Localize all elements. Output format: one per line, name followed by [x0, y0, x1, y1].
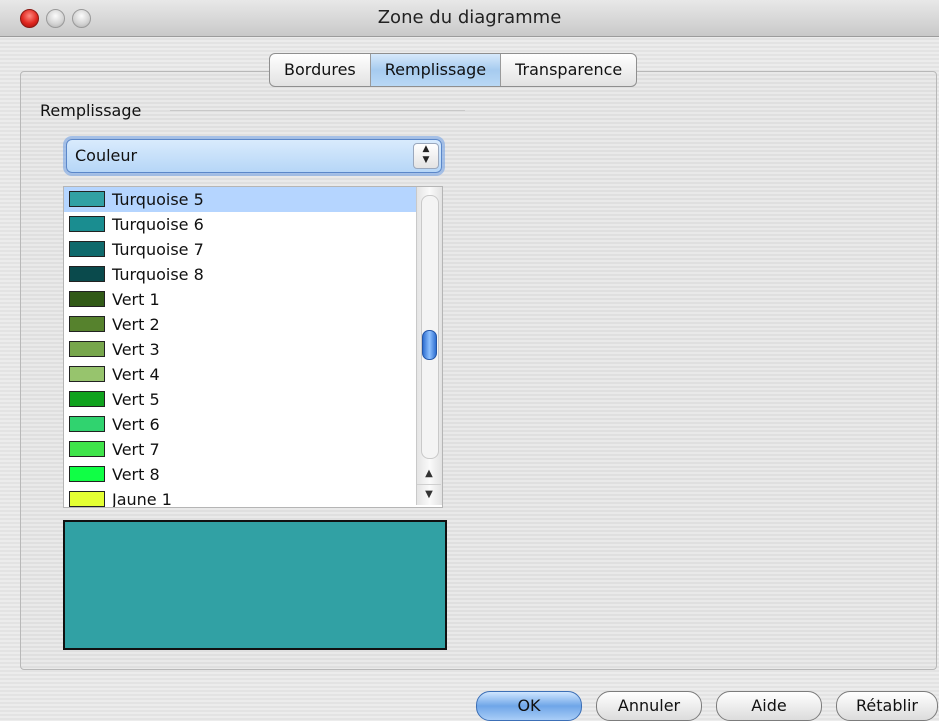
help-button[interactable]: Aide [716, 691, 822, 721]
color-swatch [69, 216, 105, 232]
window-title: Zone du diagramme [377, 7, 562, 28]
color-list-item[interactable]: Vert 8 [64, 462, 416, 487]
color-list-item[interactable]: Turquoise 8 [64, 262, 416, 287]
cancel-button[interactable]: Annuler [596, 691, 702, 721]
color-label: Vert 5 [112, 390, 160, 409]
color-label: Vert 4 [112, 365, 160, 384]
color-preview [63, 520, 447, 650]
color-label: Vert 8 [112, 465, 160, 484]
color-swatch [69, 366, 105, 382]
color-swatch [69, 266, 105, 282]
select-arrows-icon: ▲ ▼ [413, 143, 439, 169]
group-divider [170, 110, 465, 111]
color-list-item[interactable]: Vert 3 [64, 337, 416, 362]
color-swatch [69, 291, 105, 307]
color-label: Vert 7 [112, 440, 160, 459]
fill-group-label: Remplissage [40, 101, 142, 120]
tab-remplissage[interactable]: Remplissage [369, 54, 501, 86]
color-list-item[interactable]: Vert 5 [64, 387, 416, 412]
scroll-thumb[interactable] [422, 330, 437, 360]
color-list-item[interactable]: Turquoise 7 [64, 237, 416, 262]
color-list-item[interactable]: Jaune 1 [64, 487, 416, 508]
tab-transparence[interactable]: Transparence [500, 54, 636, 86]
color-swatch [69, 341, 105, 357]
color-label: Turquoise 6 [112, 215, 204, 234]
color-label: Turquoise 5 [112, 190, 204, 209]
color-swatch [69, 191, 105, 207]
color-swatch [69, 491, 105, 507]
color-swatch [69, 241, 105, 257]
color-list-item[interactable]: Vert 7 [64, 437, 416, 462]
color-label: Vert 6 [112, 415, 160, 434]
color-swatch [69, 466, 105, 482]
color-list-item[interactable]: Turquoise 5 [64, 187, 416, 212]
reset-button[interactable]: Rétablir [836, 691, 938, 721]
fill-type-select[interactable]: Couleur ▲ ▼ [66, 139, 442, 173]
tab-bar: Bordures Remplissage Transparence [269, 53, 638, 87]
color-label: Vert 2 [112, 315, 160, 334]
color-label: Jaune 1 [112, 490, 172, 508]
ok-button[interactable]: OK [476, 691, 582, 721]
color-swatch [69, 441, 105, 457]
scroll-down-arrow-icon[interactable]: ▼ [417, 484, 441, 505]
color-list-item[interactable]: Turquoise 6 [64, 212, 416, 237]
scroll-track [421, 195, 439, 459]
color-label: Turquoise 7 [112, 240, 204, 259]
color-list-rows: Turquoise 5 Turquoise 6 Turquoise 7 Turquoi… [64, 187, 416, 508]
color-label: Vert 1 [112, 290, 160, 309]
color-swatch [69, 416, 105, 432]
color-swatch [69, 391, 105, 407]
color-list[interactable]: Turquoise 5 Turquoise 6 Turquoise 7 Turquoi… [63, 186, 443, 508]
title-bar: Zone du diagramme [0, 0, 939, 37]
fill-type-value: Couleur [75, 146, 138, 165]
color-list-item[interactable]: Vert 4 [64, 362, 416, 387]
color-list-item[interactable]: Vert 1 [64, 287, 416, 312]
color-list-item[interactable]: Vert 6 [64, 412, 416, 437]
scroll-up-arrow-icon[interactable]: ▲ [417, 464, 441, 484]
color-label: Turquoise 8 [112, 265, 204, 284]
tab-bordures[interactable]: Bordures [270, 54, 370, 86]
color-list-scrollbar[interactable]: ▲ ▼ [416, 187, 442, 505]
color-swatch [69, 316, 105, 332]
color-list-item[interactable]: Vert 2 [64, 312, 416, 337]
color-label: Vert 3 [112, 340, 160, 359]
